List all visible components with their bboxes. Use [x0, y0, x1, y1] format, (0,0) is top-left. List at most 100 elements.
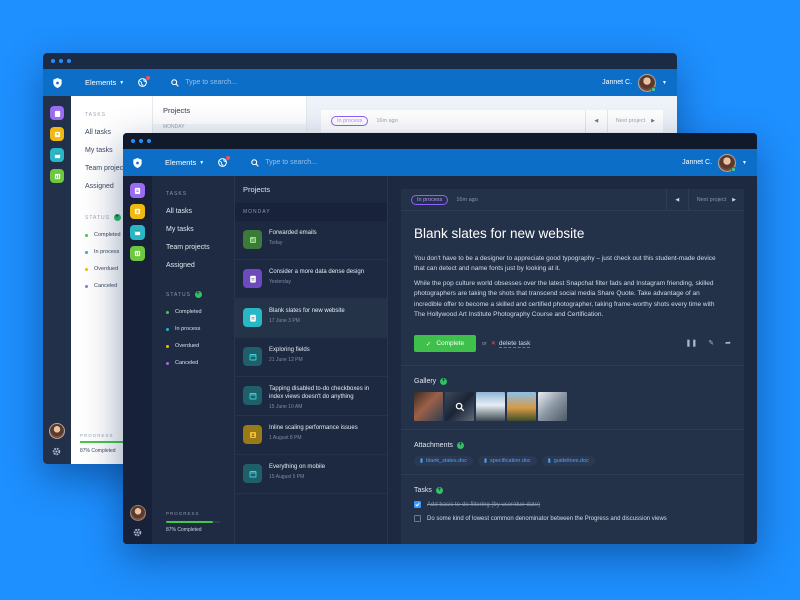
gallery-thumb[interactable] — [414, 392, 443, 422]
chart-icon — [54, 173, 60, 179]
project-row[interactable]: Forwarded emails Today — [235, 221, 387, 260]
status-dot — [166, 344, 169, 348]
next-project-button[interactable]: Next project ▶ — [608, 118, 663, 124]
nav-item-assigned[interactable]: Assigned — [166, 262, 234, 269]
add-task-icon[interactable]: + — [435, 487, 443, 495]
status-item-canceled[interactable]: Canceled — [166, 360, 234, 366]
status-item-in-process[interactable]: In process — [166, 326, 234, 332]
window-dot[interactable] — [139, 139, 143, 143]
project-text: Exploring fields 21 June 12 PM — [269, 347, 310, 363]
sidebar-avatar[interactable] — [129, 505, 146, 521]
gallery-heading: Gallery + — [414, 378, 744, 386]
project-text: Inline scaling performance issues 1 Augus… — [269, 425, 358, 441]
delete-task-link[interactable]: delete task — [498, 340, 531, 348]
next-project-button[interactable]: Next project ▶ — [689, 197, 744, 203]
calendar-app-icon[interactable] — [50, 148, 64, 162]
chart-app-icon[interactable] — [50, 169, 64, 183]
contacts-app-icon[interactable] — [130, 204, 145, 219]
back-search[interactable]: Type to search... — [163, 69, 237, 96]
prev-project-button[interactable]: ◀ — [667, 189, 689, 210]
day-label-text: MONDAY — [163, 124, 185, 130]
caret-down-icon: ▼ — [742, 159, 747, 166]
back-globe-button[interactable] — [138, 76, 151, 87]
pause-icon[interactable]: ❚❚ — [686, 339, 698, 347]
user-menu[interactable]: Jannet C. ▼ — [682, 149, 747, 176]
status-dot — [166, 361, 169, 365]
project-text: Blank slates for new website 17 June 3 PM — [269, 308, 345, 324]
project-icon — [243, 230, 262, 249]
back-detail-head: In process 16m ago ◀ Next project ▶ — [321, 110, 663, 132]
add-status-icon[interactable]: + — [113, 214, 121, 221]
nav-item-team-projects[interactable]: Team projects — [166, 244, 234, 251]
add-status-icon[interactable]: + — [194, 291, 202, 298]
back-user-menu[interactable]: Jannet C. ▼ — [602, 69, 667, 96]
add-image-icon[interactable]: + — [440, 378, 448, 386]
gallery-thumb[interactable] — [507, 392, 536, 422]
attachment-chip[interactable]: ▮ specification.doc — [478, 456, 537, 467]
calendar-app-icon[interactable] — [130, 225, 145, 240]
search-bar[interactable]: Type to search... — [243, 149, 317, 176]
share-icon[interactable]: ➦ — [725, 339, 731, 347]
online-indicator — [731, 166, 737, 172]
task-checkbox[interactable] — [414, 501, 421, 509]
description-paragraph: You don't have to be a designer to appre… — [414, 255, 716, 273]
clipboard-app-icon[interactable] — [130, 183, 145, 198]
status-item-overdued[interactable]: Overdued — [166, 343, 234, 349]
attachment-chip[interactable]: ▮ guidelines.doc — [541, 456, 595, 467]
project-row[interactable]: Tapping disabled to-do checkboxes in ind… — [235, 377, 387, 416]
gallery-thumb[interactable] — [538, 392, 567, 422]
app-logo[interactable] — [123, 149, 151, 176]
divider — [401, 429, 744, 431]
attachment-chip[interactable]: ▮ blank_slates.doc — [414, 456, 474, 467]
project-row[interactable]: Inline scaling performance issues 1 Augus… — [235, 416, 387, 455]
window-dot[interactable] — [51, 59, 55, 63]
contacts-app-icon[interactable] — [50, 127, 64, 141]
detail-panel: In process 16m ago ◀ Next project ▶ Blan… — [388, 176, 757, 544]
nav-item-my-tasks[interactable]: My tasks — [166, 226, 234, 233]
status-item-completed[interactable]: Completed — [166, 309, 234, 315]
task-checkbox[interactable] — [414, 515, 421, 523]
calendar-icon — [249, 465, 257, 483]
add-attachment-icon[interactable]: + — [456, 442, 464, 450]
attachment-name: blank_slates.doc — [426, 458, 468, 465]
edit-icon[interactable]: ✎ — [708, 339, 714, 347]
prev-project-button[interactable]: ◀ — [586, 110, 608, 132]
project-date: 15 June 10 AM — [269, 403, 303, 410]
project-row[interactable]: Everything on mobile 15 August 5 PM — [235, 455, 387, 494]
gear-icon[interactable] — [133, 528, 142, 537]
projects-title: Projects — [163, 106, 191, 115]
elements-menu-label: Elements — [85, 78, 117, 87]
project-row[interactable]: Consider a more data dense design Yesterd… — [235, 260, 387, 299]
sidebar-avatar[interactable] — [49, 423, 65, 439]
divider — [401, 474, 744, 476]
window-dot[interactable] — [59, 59, 63, 63]
back-elements-menu[interactable]: Elements ▼ — [85, 78, 124, 87]
project-text: Forwarded emails Today — [269, 230, 317, 246]
window-dot[interactable] — [67, 59, 71, 63]
chart-app-icon[interactable] — [130, 246, 145, 261]
complete-button[interactable]: ✓ Complete — [414, 335, 476, 353]
window-dot[interactable] — [131, 139, 135, 143]
status-dot — [85, 233, 88, 237]
detail-title: Blank slates for new website — [414, 226, 585, 241]
globe-button[interactable] — [218, 156, 231, 167]
gallery-title: Gallery — [414, 378, 437, 386]
status-dot — [85, 267, 88, 271]
window-dot[interactable] — [147, 139, 151, 143]
avatar — [718, 153, 737, 172]
gallery-thumb[interactable] — [445, 392, 474, 422]
avatar — [638, 73, 657, 92]
progress-fill — [166, 521, 213, 523]
project-row[interactable]: Exploring fields 21 June 12 PM — [235, 338, 387, 377]
back-logo[interactable] — [43, 69, 71, 96]
project-row[interactable]: Blank slates for new website 17 June 3 PM — [235, 299, 387, 338]
chart-icon — [249, 231, 257, 249]
nav-item-all-tasks[interactable]: All tasks — [166, 208, 234, 215]
gear-icon[interactable] — [52, 447, 61, 456]
back-progress-label: PROGRESS — [80, 433, 114, 438]
status-badge[interactable]: In process — [411, 194, 449, 205]
project-name: Blank slates for new website — [269, 308, 345, 314]
elements-menu[interactable]: Elements ▼ — [165, 158, 204, 167]
clipboard-app-icon[interactable] — [50, 106, 64, 120]
gallery-thumb[interactable] — [476, 392, 505, 422]
